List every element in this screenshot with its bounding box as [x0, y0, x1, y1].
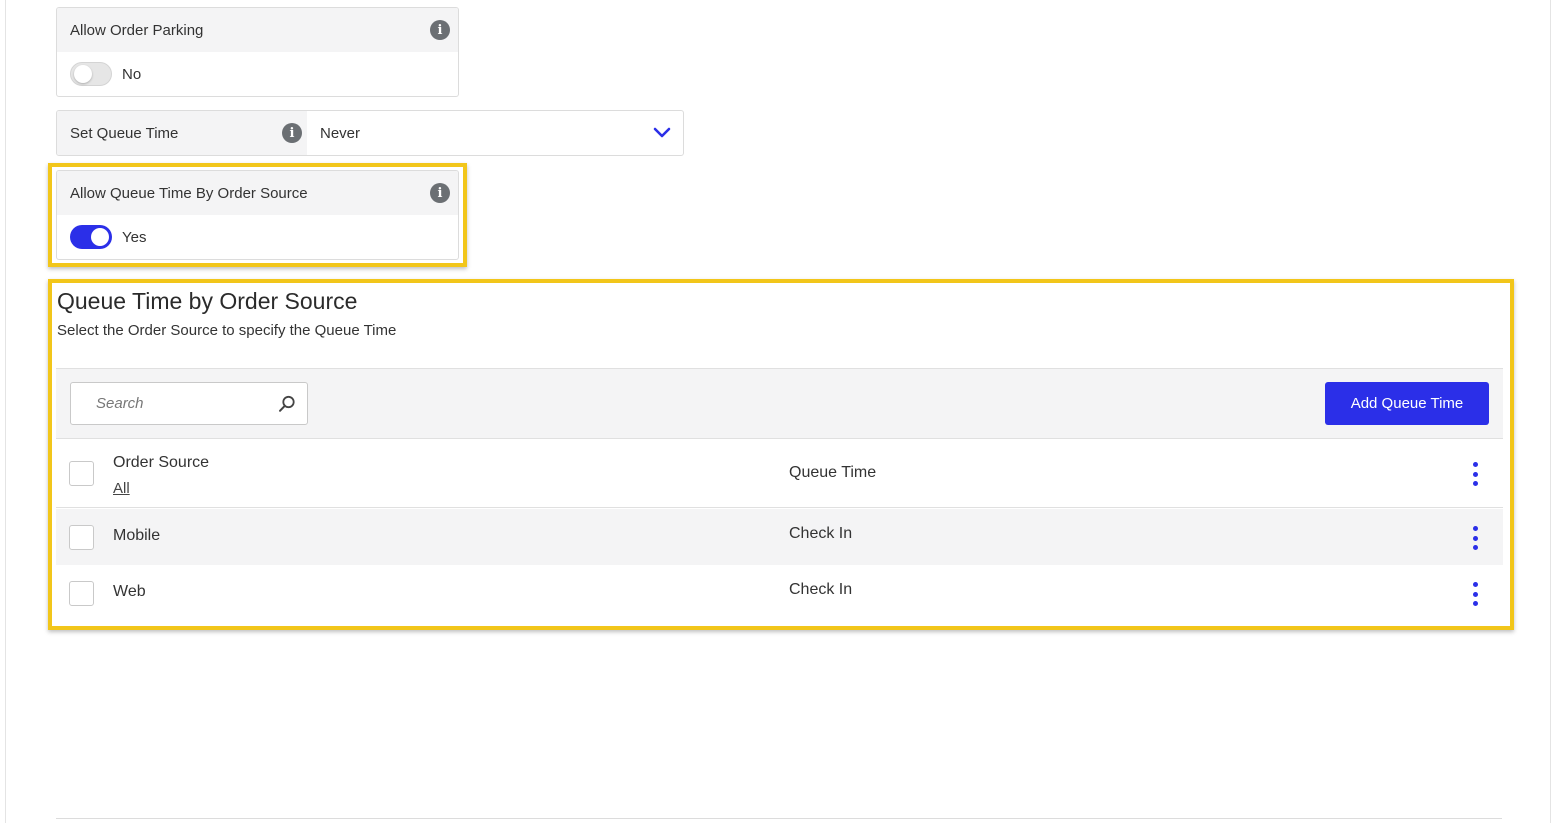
- section-title: Queue Time by Order Source: [57, 288, 358, 314]
- search-box: [70, 382, 308, 425]
- page-right-border: [1550, 0, 1551, 823]
- row-checkbox[interactable]: [69, 581, 94, 606]
- row-queue-time: Check In: [789, 581, 853, 598]
- header-more-icon[interactable]: [1468, 462, 1482, 486]
- row-order-source: Web: [113, 583, 146, 600]
- table-toolbar: Add Queue Time: [56, 368, 1503, 439]
- allow-queue-time-by-source-body: Yes: [57, 215, 458, 259]
- set-queue-time-label-cell: Set Queue Time i: [57, 111, 307, 155]
- search-input[interactable]: [71, 383, 271, 424]
- set-queue-time-select[interactable]: Never: [307, 111, 683, 155]
- allow-queue-time-by-source-toggle[interactable]: [70, 225, 112, 249]
- toggle-knob: [91, 228, 109, 246]
- allow-order-parking-toggle[interactable]: [70, 62, 112, 86]
- allow-order-parking-body: No: [57, 52, 458, 96]
- allow-queue-time-by-source-label: Allow Queue Time By Order Source: [70, 184, 308, 202]
- chevron-down-icon: [653, 127, 671, 138]
- row-checkbox[interactable]: [69, 525, 94, 550]
- table-row: Mobile Check In: [56, 509, 1503, 565]
- add-queue-time-button[interactable]: Add Queue Time: [1325, 382, 1489, 425]
- set-queue-time-field: Set Queue Time i Never: [56, 110, 684, 156]
- row-order-source: Mobile: [113, 527, 161, 544]
- info-icon[interactable]: i: [430, 20, 450, 40]
- table-header-row: Order Source All Queue Time: [56, 440, 1503, 508]
- allow-queue-time-by-source-card: Allow Queue Time By Order Source i Yes: [56, 170, 459, 260]
- column-header-queue-time: Queue Time: [789, 464, 877, 481]
- filter-all-link[interactable]: All: [113, 480, 130, 497]
- row-queue-time: Check In: [789, 525, 853, 542]
- toggle-knob: [74, 65, 92, 83]
- table-row: Web Check In: [56, 565, 1503, 621]
- set-queue-time-selected: Never: [320, 124, 361, 142]
- select-all-checkbox[interactable]: [69, 461, 94, 486]
- info-icon[interactable]: i: [282, 123, 302, 143]
- allow-order-parking-label: Allow Order Parking: [70, 21, 204, 39]
- row-more-icon[interactable]: [1468, 526, 1482, 550]
- section-subtitle: Select the Order Source to specify the Q…: [57, 322, 397, 339]
- info-icon[interactable]: i: [430, 183, 450, 203]
- page-left-border: [5, 0, 6, 823]
- set-queue-time-label: Set Queue Time: [70, 124, 179, 142]
- allow-order-parking-header: Allow Order Parking i: [57, 8, 458, 52]
- allow-queue-time-by-source-value: Yes: [122, 228, 147, 246]
- allow-queue-time-by-source-header: Allow Queue Time By Order Source i: [57, 171, 458, 215]
- allow-order-parking-value: No: [122, 65, 142, 83]
- row-more-icon[interactable]: [1468, 582, 1482, 606]
- search-icon[interactable]: [278, 395, 296, 413]
- bottom-divider: [56, 818, 1502, 819]
- column-header-order-source: Order Source: [113, 454, 210, 471]
- allow-order-parking-card: Allow Order Parking i No: [56, 7, 459, 97]
